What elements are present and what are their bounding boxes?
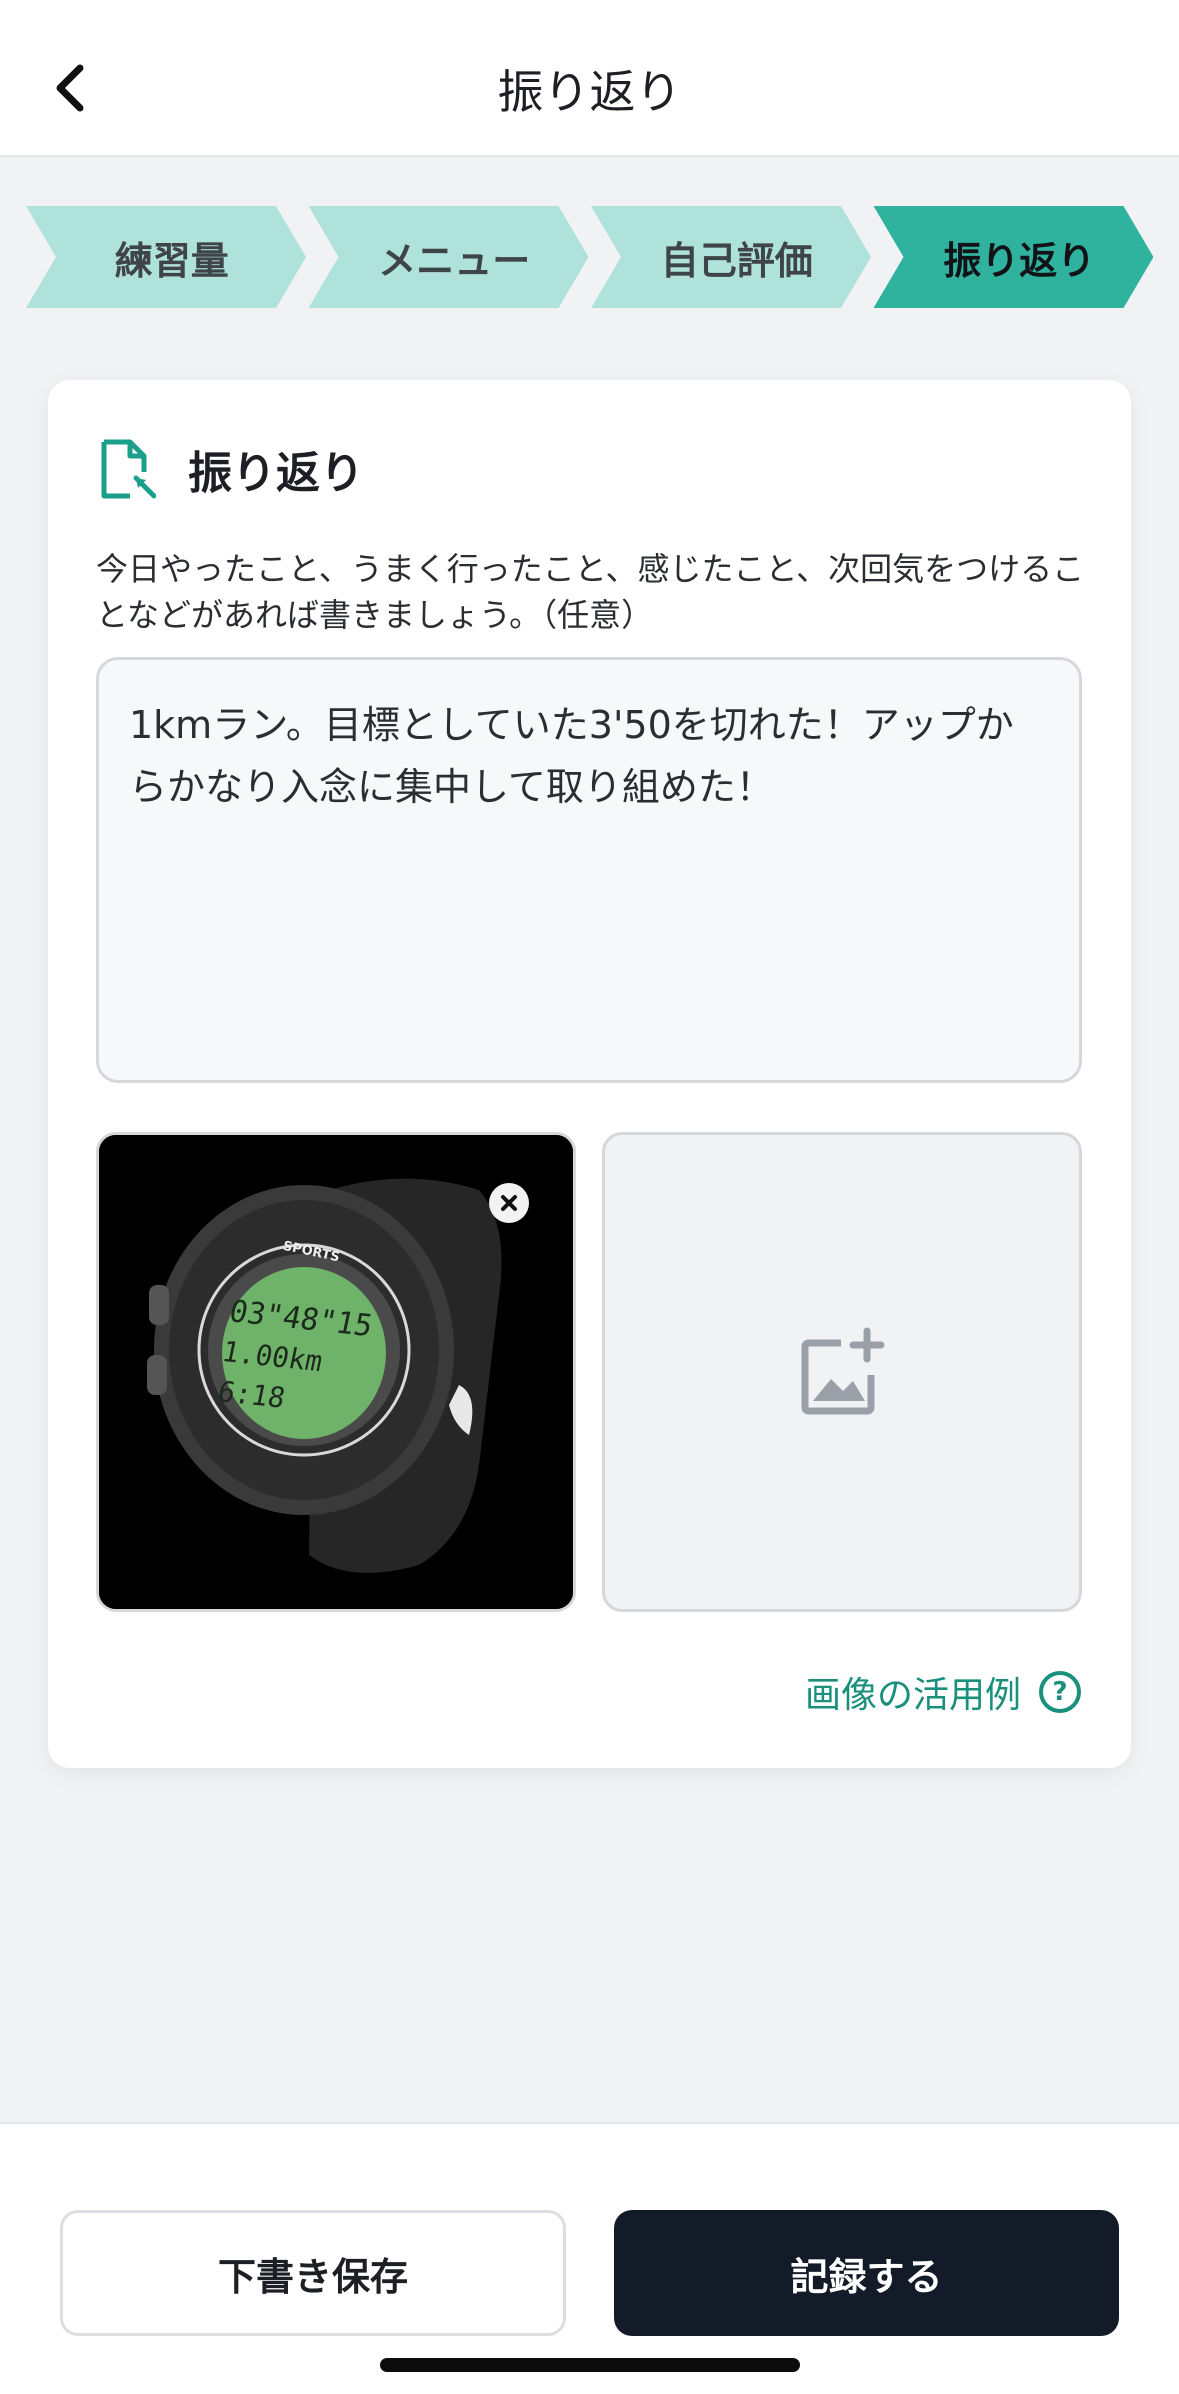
close-icon	[501, 1195, 517, 1211]
home-indicator	[380, 2358, 800, 2372]
examples-link-label: 画像の活用例	[804, 1675, 1021, 1716]
card-header: 振り返り	[100, 434, 364, 504]
save-draft-button[interactable]: 下書き保存	[60, 2210, 566, 2336]
step-reflection[interactable]: 振り返り	[873, 206, 1153, 308]
step-label: メニュー	[378, 238, 531, 283]
remove-photo-button[interactable]	[489, 1183, 529, 1223]
bottom-action-bar: 下書き保存 記録する	[0, 2122, 1179, 2394]
attached-photo[interactable]: SPORTS 03"48"15 1.00km 6:18	[96, 1132, 576, 1612]
page-title: 振り返り	[497, 65, 682, 119]
reflection-textarea[interactable]: 1kmラン。目標としていた3'50を切れた！アップからかなり入念に集中して取り組…	[96, 657, 1082, 1083]
card-title: 振り返り	[188, 448, 364, 499]
lcd-line-3: 6:18	[215, 1375, 288, 1415]
reflection-card: 振り返り 今日やったこと、うまく行ったこと、感じたこと、次回気をつけることなどが…	[48, 380, 1131, 1768]
step-practice-volume[interactable]: 練習量	[26, 206, 306, 308]
step-label: 自己評価	[660, 238, 813, 283]
add-photo-button[interactable]	[602, 1132, 1082, 1612]
add-image-icon	[801, 1327, 885, 1415]
progress-stepper: 練習量 メニュー 自己評価 振り返り	[26, 206, 1156, 308]
step-self-evaluation[interactable]: 自己評価	[591, 206, 871, 308]
record-button[interactable]: 記録する	[614, 2210, 1119, 2336]
help-icon: ?	[1039, 1671, 1081, 1713]
top-bar: 振り返り	[0, 0, 1179, 157]
step-menu[interactable]: メニュー	[308, 206, 588, 308]
step-label: 振り返り	[943, 238, 1096, 283]
step-label: 練習量	[114, 238, 229, 283]
reflection-description: 今日やったこと、うまく行ったこと、感じたこと、次回気をつけることなどがあれば書き…	[96, 550, 1085, 634]
document-edit-icon	[101, 439, 156, 499]
image-usage-examples-link[interactable]: 画像の活用例 ?	[805, 1664, 1081, 1720]
